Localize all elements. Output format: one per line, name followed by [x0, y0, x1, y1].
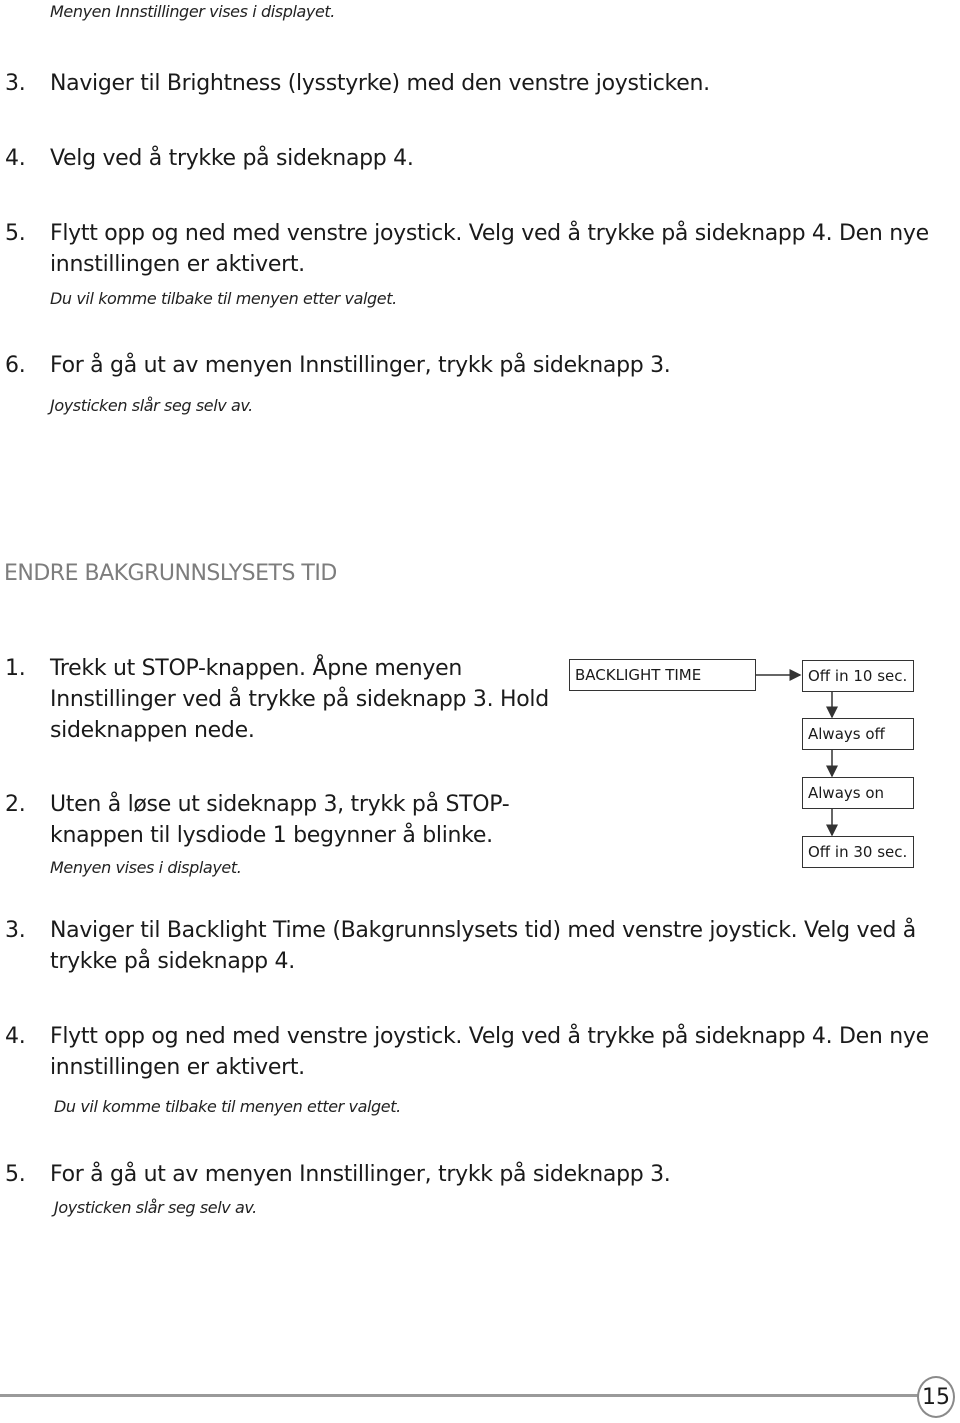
footer-rule [0, 1394, 920, 1397]
page-number-badge: 15 [917, 1376, 955, 1418]
option-box-always-on: Always on [802, 777, 914, 809]
page-number: 15 [922, 1384, 950, 1410]
option-box-off-30-sec: Off in 30 sec. [802, 836, 914, 868]
diagram-arrows [756, 669, 838, 837]
option-box-always-off: Always off [802, 718, 914, 750]
menu-box-backlight-time: BACKLIGHT TIME [569, 659, 756, 691]
option-box-off-10-sec: Off in 10 sec. [802, 660, 914, 692]
